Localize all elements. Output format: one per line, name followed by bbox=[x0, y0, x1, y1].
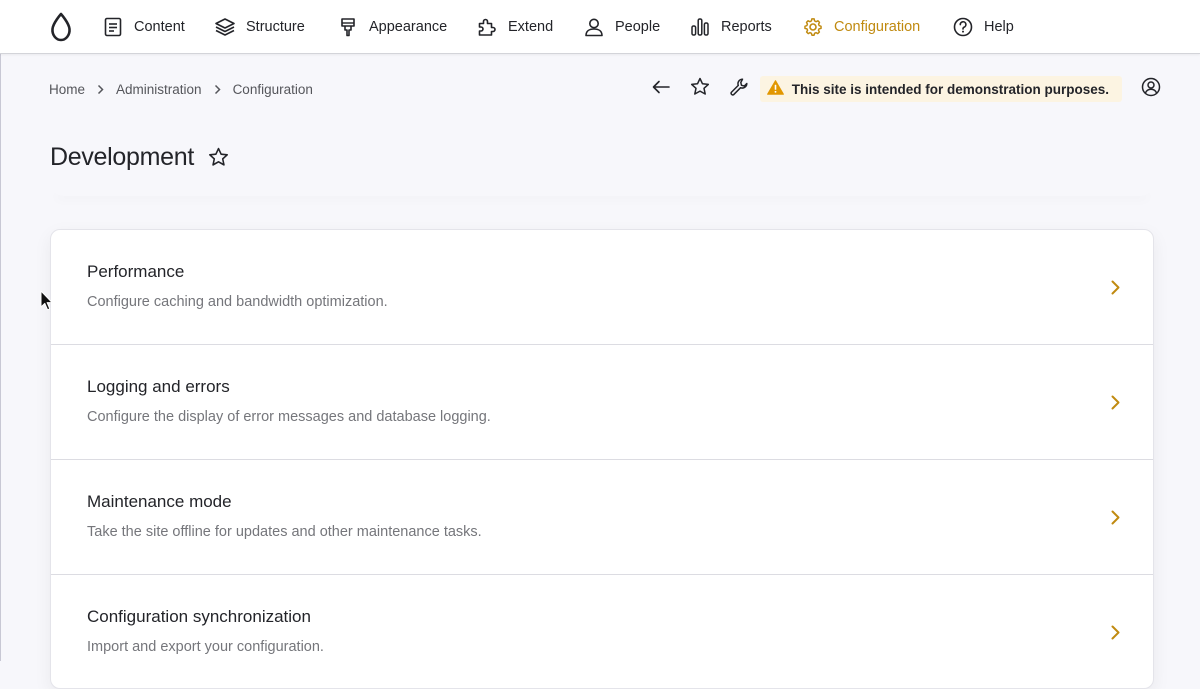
structure-icon bbox=[214, 16, 236, 38]
help-icon bbox=[952, 16, 974, 38]
people-icon bbox=[583, 16, 605, 38]
reports-icon bbox=[689, 16, 711, 38]
chevron-right-icon bbox=[97, 84, 104, 95]
configuration-icon bbox=[802, 16, 824, 38]
extend-icon bbox=[476, 16, 498, 38]
arrow-left-icon bbox=[652, 80, 670, 99]
nav-reports[interactable]: Reports bbox=[689, 0, 772, 54]
demo-warning-text: This site is intended for demonstration … bbox=[791, 81, 1109, 97]
nav-people-label: People bbox=[615, 19, 661, 35]
content-icon bbox=[102, 16, 124, 38]
chevron-right-icon bbox=[1107, 278, 1123, 296]
appearance-icon bbox=[337, 16, 359, 38]
back-button[interactable] bbox=[648, 76, 674, 102]
nav-people[interactable]: People bbox=[583, 0, 660, 54]
nav-extend[interactable]: Extend bbox=[476, 0, 553, 54]
wrench-icon bbox=[729, 77, 749, 102]
chevron-right-icon bbox=[1107, 623, 1123, 641]
nav-appearance-label: Appearance bbox=[369, 19, 448, 35]
nav-structure-label: Structure bbox=[246, 19, 305, 35]
admin-list: Performance Configure caching and bandwi… bbox=[50, 229, 1154, 689]
shortcut-button[interactable] bbox=[687, 76, 713, 102]
breadcrumb-configuration[interactable]: Configuration bbox=[233, 82, 313, 97]
nav-reports-label: Reports bbox=[721, 19, 772, 35]
nav-content-label: Content bbox=[134, 19, 185, 35]
nav-help-label: Help bbox=[984, 19, 1014, 35]
list-item-title: Logging and errors bbox=[87, 377, 230, 396]
list-item-title: Configuration synchronization bbox=[87, 607, 311, 626]
nav-configuration-label: Configuration bbox=[834, 19, 921, 35]
list-item-title: Performance bbox=[87, 262, 185, 281]
nav-configuration[interactable]: Configuration bbox=[802, 0, 920, 54]
breadcrumb-administration[interactable]: Administration bbox=[116, 82, 202, 97]
star-icon bbox=[690, 77, 710, 101]
breadcrumb-home[interactable]: Home bbox=[49, 82, 85, 97]
list-item-title: Maintenance mode bbox=[87, 492, 232, 511]
drupal-logo-icon[interactable] bbox=[47, 11, 75, 43]
chevron-right-icon bbox=[214, 84, 221, 95]
admin-toolbar: Content Structure Appearance Extend Peop… bbox=[0, 0, 1200, 54]
warning-icon bbox=[766, 80, 784, 98]
page-actions: This site is intended for demonstration … bbox=[635, 74, 1164, 104]
list-item-performance[interactable]: Performance Configure caching and bandwi… bbox=[51, 230, 1153, 345]
header-divider-shadow bbox=[50, 182, 1154, 196]
list-item-description: Import and export your configuration. bbox=[87, 639, 324, 655]
add-to-shortcuts-star-icon[interactable] bbox=[208, 147, 229, 167]
chevron-right-icon bbox=[1107, 393, 1123, 411]
breadcrumb: Home Administration Configuration bbox=[49, 80, 313, 98]
list-item-config-sync[interactable]: Configuration synchronization Import and… bbox=[51, 575, 1153, 688]
list-item-description: Configure caching and bandwidth optimiza… bbox=[87, 294, 388, 310]
page-header: Development bbox=[50, 140, 229, 174]
nav-extend-label: Extend bbox=[508, 19, 554, 35]
window-edge bbox=[0, 0, 1, 661]
nav-appearance[interactable]: Appearance bbox=[337, 0, 447, 54]
list-item-maintenance-mode[interactable]: Maintenance mode Take the site offline f… bbox=[51, 460, 1153, 575]
chevron-right-icon bbox=[1107, 508, 1123, 526]
user-menu-button[interactable] bbox=[1138, 76, 1164, 102]
demo-warning-banner: This site is intended for demonstration … bbox=[759, 76, 1122, 102]
nav-help[interactable]: Help bbox=[952, 0, 1014, 54]
nav-structure[interactable]: Structure bbox=[214, 0, 305, 54]
devel-tools-button[interactable] bbox=[726, 76, 752, 102]
list-item-description: Configure the display of error messages … bbox=[87, 409, 491, 425]
list-item-description: Take the site offline for updates and ot… bbox=[87, 524, 482, 540]
list-item-logging-errors[interactable]: Logging and errors Configure the display… bbox=[51, 345, 1153, 460]
nav-content[interactable]: Content bbox=[102, 0, 185, 54]
user-avatar-icon bbox=[1141, 77, 1161, 102]
page-title: Development bbox=[50, 142, 195, 171]
